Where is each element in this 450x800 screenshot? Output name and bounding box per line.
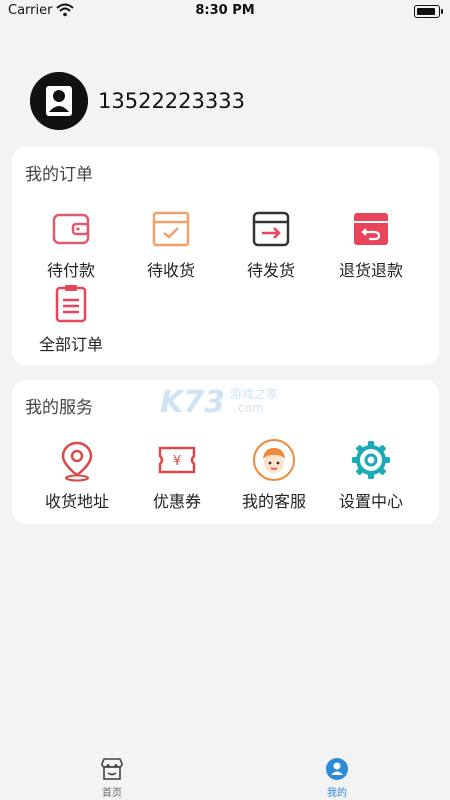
status-bar: Carrier 8:30 PM: [0, 0, 450, 24]
service-shipping-address[interactable]: 收货地址: [27, 438, 127, 512]
user-silhouette-icon: [30, 72, 88, 130]
battery-icon: [414, 5, 443, 18]
k73-watermark: K73 游戏之家 .com: [158, 380, 298, 420]
services-title: 我的服务: [25, 398, 93, 418]
customer-service-icon: [253, 439, 295, 481]
store-icon: [101, 758, 123, 780]
service-label: 我的客服: [241, 492, 306, 511]
tab-home[interactable]: 首页: [72, 756, 152, 799]
box-icon: [152, 211, 190, 247]
order-return-refund[interactable]: 退货退款: [321, 207, 421, 281]
service-label: 设置中心: [338, 492, 403, 511]
svg-text:K73: K73: [160, 385, 225, 420]
gear-icon: [352, 441, 390, 479]
location-pin-icon: [61, 441, 93, 482]
user-phone: 13522223333: [98, 89, 245, 113]
return-box-icon: [354, 213, 388, 245]
order-label: 待收货: [146, 261, 195, 280]
wallet-icon: [52, 213, 90, 245]
order-label: 退货退款: [338, 261, 403, 280]
tab-bar: 首页 我的: [0, 752, 450, 800]
tab-mine[interactable]: 我的: [297, 756, 377, 799]
svg-text:.com: .com: [234, 401, 263, 415]
order-label: 全部订单: [38, 335, 103, 354]
service-customer-support[interactable]: 我的客服: [224, 438, 324, 512]
service-coupons[interactable]: ¥ 优惠券: [127, 438, 227, 512]
service-label: 收货地址: [44, 492, 109, 511]
tab-label: 首页: [102, 788, 122, 799]
clock: 8:30 PM: [195, 3, 255, 18]
coupon-icon: ¥: [158, 446, 196, 474]
order-all[interactable]: 全部订单: [21, 281, 121, 355]
profile-header[interactable]: 13522223333: [30, 72, 245, 130]
avatar[interactable]: [30, 72, 88, 130]
orders-title: 我的订单: [25, 165, 93, 185]
order-pending-shipment[interactable]: 待发货: [221, 207, 321, 281]
tab-label: 我的: [327, 788, 347, 799]
k73-logo-icon: K73 游戏之家 .com: [160, 385, 278, 420]
svg-text:¥: ¥: [173, 454, 181, 469]
order-pending-receipt[interactable]: 待收货: [121, 207, 221, 281]
svg-text:游戏之家: 游戏之家: [230, 386, 278, 401]
service-label: 优惠券: [152, 492, 201, 511]
order-label: 待发货: [246, 261, 295, 280]
order-label: 待付款: [46, 261, 95, 280]
ship-box-icon: [252, 211, 290, 247]
service-settings[interactable]: 设置中心: [321, 438, 421, 512]
orders-card: 我的订单 待付款 待收货 待发货 退货退款 全部订单: [12, 147, 439, 365]
user-icon: [326, 758, 348, 780]
clipboard-icon: [55, 285, 87, 323]
order-pending-payment[interactable]: 待付款: [21, 207, 121, 281]
